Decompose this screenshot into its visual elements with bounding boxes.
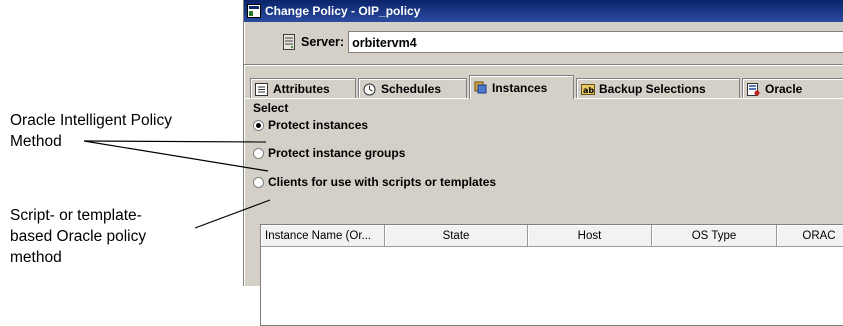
column-header-host[interactable]: Host [528, 225, 652, 247]
instances-table[interactable]: Instance Name (Or... State Host OS Type … [260, 224, 843, 326]
tab-attributes[interactable]: Attributes [250, 78, 356, 99]
column-header-instance-name[interactable]: Instance Name (Or... [261, 225, 385, 247]
callout-line: Oracle Intelligent Policy [10, 112, 172, 129]
radio-button-selected[interactable] [253, 119, 264, 131]
tab-label: Backup Selections [599, 82, 706, 96]
title-bar[interactable]: Change Policy - OIP_policy [244, 0, 843, 22]
radio-label: Protect instance groups [268, 146, 406, 160]
tab-label: Attributes [273, 82, 330, 96]
radio-clients-scripts-templates[interactable]: Clients for use with scripts or template… [253, 175, 496, 189]
column-header-state[interactable]: State [385, 225, 528, 247]
server-icon [282, 34, 296, 50]
callout-script-template-method: Script- or template- based Oracle policy… [10, 205, 146, 268]
instances-icon [474, 81, 487, 94]
server-row: Server: orbitervm4 [244, 22, 843, 62]
backup-selections-icon: ab [581, 83, 595, 96]
tab-label: Instances [492, 80, 548, 95]
radio-label: Protect instances [268, 118, 369, 132]
tab-schedules[interactable]: Schedules [358, 78, 467, 99]
select-label: Select [253, 101, 289, 115]
tab-instances[interactable]: Instances [469, 75, 574, 99]
tab-strip: Attributes Schedules Instances ab Backup… [244, 73, 843, 99]
tab-label: Schedules [381, 82, 442, 96]
table-header: Instance Name (Or... State Host OS Type … [261, 225, 843, 247]
server-label: Server: [301, 35, 345, 49]
column-header-orac[interactable]: ORAC [777, 225, 843, 247]
change-policy-dialog: Change Policy - OIP_policy Server: orbit… [243, 0, 843, 326]
tab-label: Oracle [765, 82, 803, 96]
radio-protect-instances[interactable]: Protect instances [253, 118, 368, 132]
window-icon [247, 4, 261, 18]
window-title: Change Policy - OIP_policy [265, 4, 421, 18]
radio-button[interactable] [253, 147, 264, 159]
radio-label: Clients for use with scripts or template… [268, 175, 497, 189]
svg-text:ab: ab [583, 86, 594, 95]
schedules-icon [363, 83, 376, 96]
oracle-icon [747, 82, 760, 96]
callout-line: Script- or template- [10, 207, 142, 224]
callout-line: based Oracle policy [10, 228, 147, 245]
callout-oracle-intelligent-policy: Oracle Intelligent Policy Method [10, 110, 172, 152]
callout-line: method [10, 249, 62, 266]
callout-line: Method [10, 133, 62, 150]
tab-oracle[interactable]: Oracle [742, 78, 843, 99]
tab-backup-selections[interactable]: ab Backup Selections [576, 78, 740, 99]
server-field[interactable]: orbitervm4 [348, 31, 843, 53]
divider [244, 64, 843, 66]
column-header-os-type[interactable]: OS Type [652, 225, 777, 247]
attributes-icon [255, 82, 268, 96]
radio-button[interactable] [253, 176, 264, 188]
radio-protect-instance-groups[interactable]: Protect instance groups [253, 146, 405, 160]
